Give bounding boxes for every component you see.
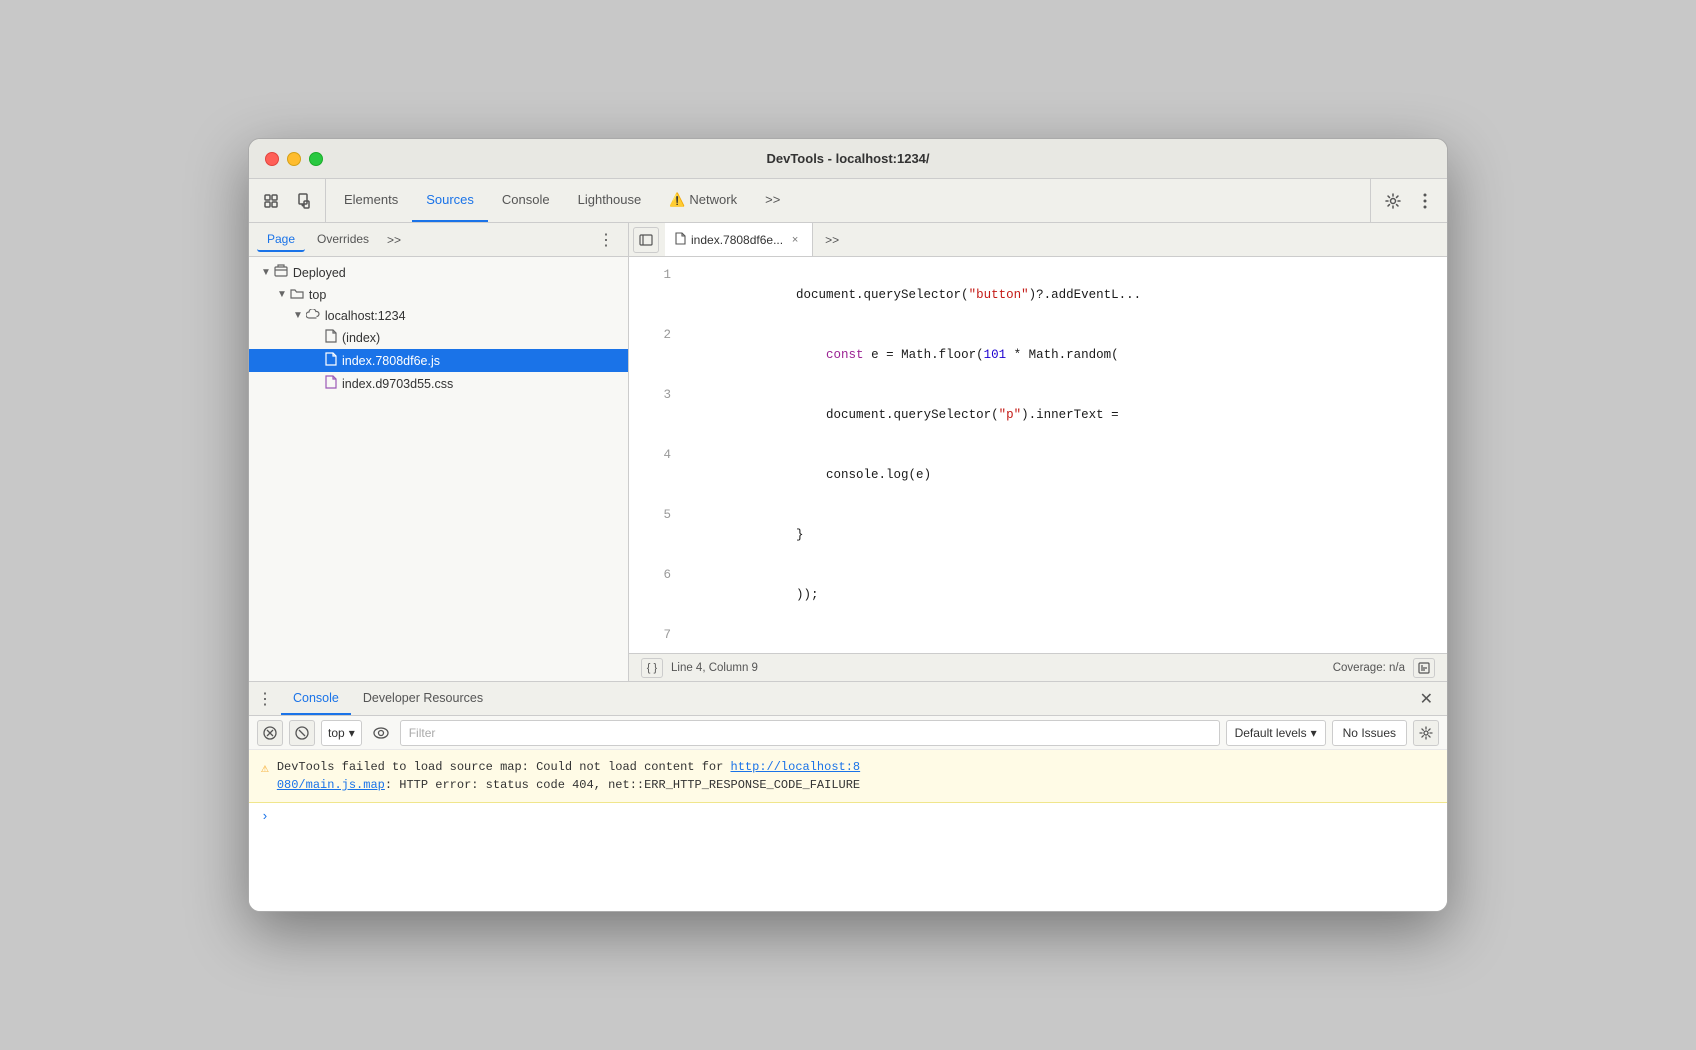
right-panel: index.7808df6e... × >> 1 document.queryS… (629, 223, 1447, 681)
code-line-1: 1 document.querySelector("button")?.addE… (629, 265, 1447, 325)
code-line-4: 4 console.log(e) (629, 445, 1447, 505)
network-warning-icon: ⚠️ (669, 192, 685, 208)
console-toolbar: top ▾ Default levels ▾ No Issues (249, 716, 1447, 750)
tab-lighthouse[interactable]: Lighthouse (564, 179, 656, 222)
cursor-icon[interactable] (257, 187, 285, 215)
close-console-icon[interactable]: ✕ (1414, 687, 1439, 711)
left-panel: Page Overrides >> ⋮ ▼ (249, 223, 629, 681)
console-warning-message: ⚠ DevTools failed to load source map: Co… (249, 750, 1447, 803)
console-settings-icon[interactable] (1413, 720, 1439, 746)
tab-sources[interactable]: Sources (412, 179, 488, 222)
sidebar-toggle-icon[interactable] (633, 227, 659, 253)
tree-item-index[interactable]: (index) (249, 326, 628, 349)
cursor-position: Line 4, Column 9 (671, 662, 758, 674)
warning-icon: ⚠ (261, 759, 269, 779)
tab-more[interactable]: >> (751, 179, 794, 222)
close-button[interactable] (265, 152, 279, 166)
code-editor[interactable]: 1 document.querySelector("button")?.addE… (629, 257, 1447, 653)
chevron-down-icon: ▼ (277, 289, 287, 300)
context-selector[interactable]: top ▾ (321, 720, 362, 746)
close-tab-icon[interactable]: × (788, 233, 802, 247)
bottom-panel: ⋮ Console Developer Resources ✕ (249, 681, 1447, 911)
filter-icon[interactable] (289, 720, 315, 746)
default-levels-selector[interactable]: Default levels ▾ (1226, 720, 1326, 746)
coverage-info: Coverage: n/a (1333, 662, 1405, 674)
window-title: DevTools - localhost:1234/ (766, 151, 929, 166)
tree-item-js-file[interactable]: index.7808df6e.js (249, 349, 628, 372)
device-icon[interactable] (289, 187, 317, 215)
more-options-icon[interactable] (1411, 187, 1439, 215)
devtools-tab-list: Elements Sources Console Lighthouse ⚠️ N… (330, 179, 1370, 222)
devtools-window: DevTools - localhost:1234/ (248, 138, 1448, 912)
cloud-icon (306, 308, 320, 323)
left-panel-tabs: Page Overrides >> ⋮ (249, 223, 628, 257)
chevron-down-icon: ▼ (261, 267, 271, 278)
css-file-icon (325, 375, 337, 392)
editor-tabs: index.7808df6e... × >> (629, 223, 1447, 257)
console-prompt[interactable]: › (249, 803, 1447, 830)
warning-text: DevTools failed to load source map: Coul… (277, 758, 1435, 794)
tree-item-top[interactable]: ▼ top (249, 284, 628, 305)
tab-page[interactable]: Page (257, 228, 305, 252)
left-panel-options-icon[interactable]: ⋮ (592, 228, 620, 252)
maximize-button[interactable] (309, 152, 323, 166)
prompt-arrow-icon: › (261, 809, 269, 824)
code-line-5: 5 } (629, 505, 1447, 565)
console-content: ⚠ DevTools failed to load source map: Co… (249, 750, 1447, 911)
file-tree: ▼ Deployed ▼ (249, 257, 628, 681)
code-line-2: 2 const e = Math.floor(101 * Math.random… (629, 325, 1447, 385)
chevron-down-icon: ▾ (1311, 726, 1317, 740)
format-braces-icon[interactable]: { } (641, 658, 663, 678)
clear-console-icon[interactable] (257, 720, 283, 746)
editor-tab-filename: index.7808df6e... (691, 233, 783, 247)
devtools-tab-icons-right (1370, 179, 1439, 222)
warning-link[interactable]: http://localhost:8080/main.js.map (277, 760, 860, 792)
tab-console-bottom[interactable]: Console (281, 682, 351, 715)
tab-console[interactable]: Console (488, 179, 564, 222)
editor-status-bar: { } Line 4, Column 9 Coverage: n/a (629, 653, 1447, 681)
editor-tab-more[interactable]: >> (817, 233, 847, 247)
console-tabs: ⋮ Console Developer Resources ✕ (249, 682, 1447, 716)
tab-network[interactable]: ⚠️ Network (655, 179, 751, 222)
filter-input[interactable] (400, 720, 1220, 746)
folder-icon (290, 287, 304, 302)
console-options-icon[interactable]: ⋮ (257, 689, 273, 709)
no-issues-button[interactable]: No Issues (1332, 720, 1407, 746)
tree-item-localhost[interactable]: ▼ localhost:1234 (249, 305, 628, 326)
code-line-3: 3 document.querySelector("p").innerText … (629, 385, 1447, 445)
tab-elements[interactable]: Elements (330, 179, 412, 222)
devtools-tab-bar: Elements Sources Console Lighthouse ⚠️ N… (249, 179, 1447, 223)
minimize-button[interactable] (287, 152, 301, 166)
tree-item-css-file[interactable]: index.d9703d55.css (249, 372, 628, 395)
code-line-7: 7 (629, 625, 1447, 645)
chevron-down-icon: ▼ (293, 310, 303, 321)
code-line-6: 6 )); (629, 565, 1447, 625)
js-tab-icon (675, 232, 686, 248)
tab-overrides[interactable]: Overrides (307, 228, 379, 252)
editor-tab-js[interactable]: index.7808df6e... × (665, 223, 813, 256)
devtools-tab-icons-left (257, 179, 326, 222)
devtools-body: Page Overrides >> ⋮ ▼ (249, 223, 1447, 911)
js-file-icon (325, 352, 337, 369)
devtools-main: Page Overrides >> ⋮ ▼ (249, 223, 1447, 681)
tab-developer-resources[interactable]: Developer Resources (351, 682, 495, 715)
traffic-lights (265, 152, 323, 166)
file-icon (325, 329, 337, 346)
chevron-down-icon: ▾ (349, 726, 355, 740)
live-expressions-icon[interactable] (368, 720, 394, 746)
tab-more-left[interactable]: >> (381, 229, 407, 251)
format-button[interactable] (1413, 658, 1435, 678)
settings-icon[interactable] (1379, 187, 1407, 215)
deployed-icon (274, 264, 288, 281)
tree-item-deployed[interactable]: ▼ Deployed (249, 261, 628, 284)
title-bar: DevTools - localhost:1234/ (249, 139, 1447, 179)
